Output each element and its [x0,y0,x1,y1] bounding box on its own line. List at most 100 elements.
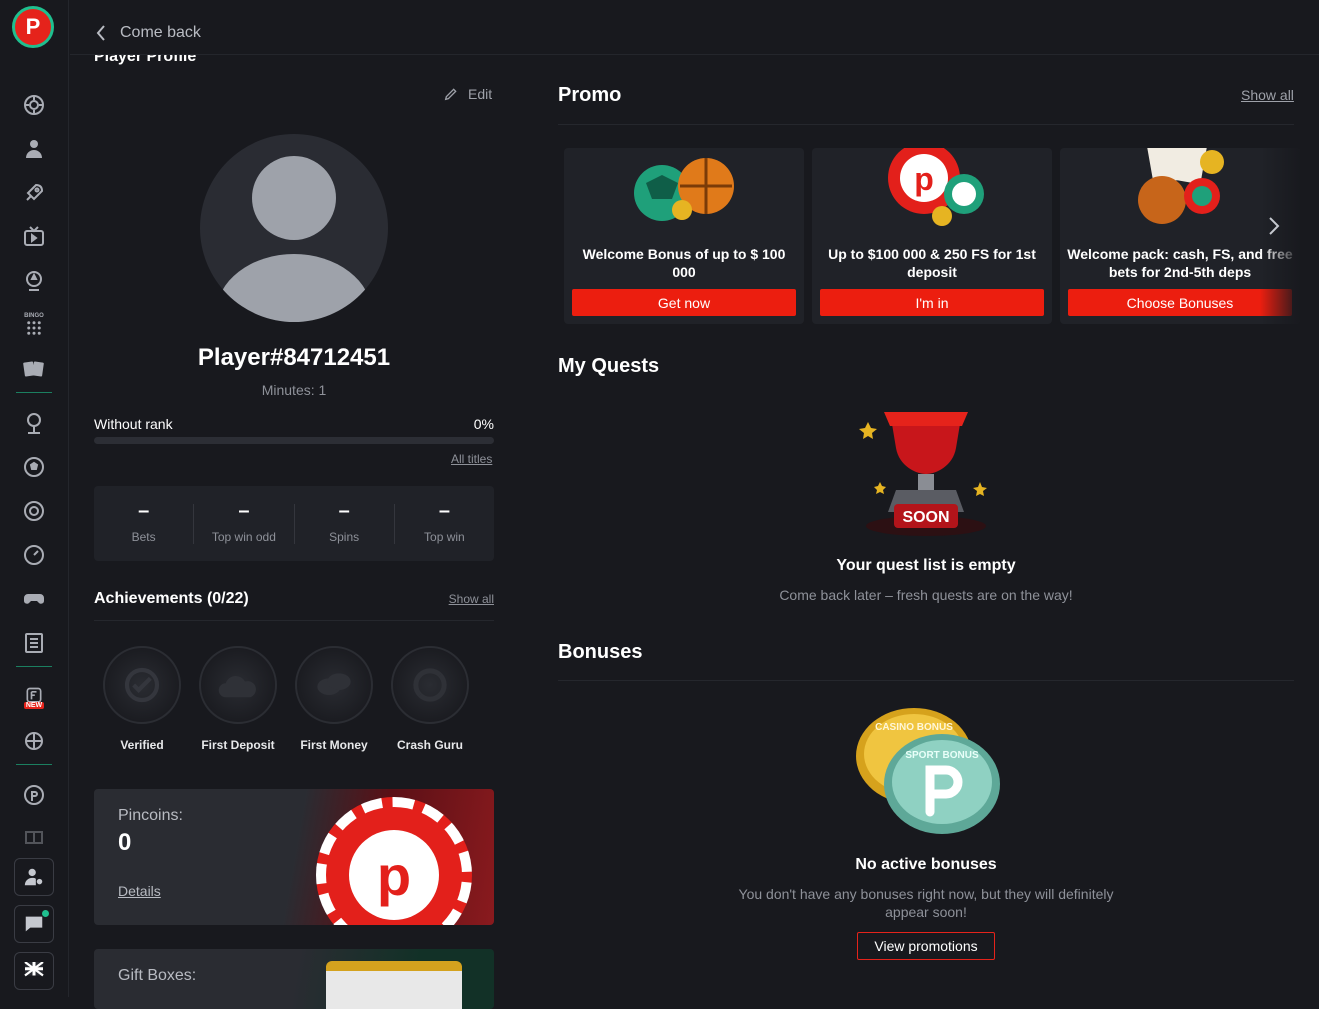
promo-show-all[interactable]: Show all [1241,87,1294,103]
news-icon[interactable] [21,630,47,656]
back-label: Come back [120,24,201,41]
avatar-body [216,254,372,322]
achievement-label: Crash Guru [396,738,463,752]
fantasy-new-icon[interactable]: NEW [21,684,47,710]
live-dealer-icon[interactable] [21,136,47,162]
rocket-icon[interactable] [21,180,47,206]
chat-icon[interactable] [14,905,54,943]
cards-icon[interactable] [21,356,47,382]
esports-icon[interactable] [21,410,47,436]
promo-button[interactable]: Choose Bonuses [1068,289,1292,316]
promo-button[interactable]: I'm in [820,289,1044,316]
checkmark-badge-icon [103,646,181,724]
edit-button[interactable]: Edit [443,86,492,102]
achievements-show-all[interactable]: Show all [449,592,494,606]
avatar-head [252,156,336,240]
divider [558,124,1294,125]
language-flag-icon[interactable] [14,952,54,990]
avatar [200,134,388,322]
pincoins-value: 0 [118,829,132,856]
achievement-first-money[interactable]: First Money [286,646,382,752]
svg-text:p: p [914,161,934,197]
rank-percent: 0% [473,416,494,432]
virtual-sport-icon[interactable] [21,728,47,754]
chevron-right-icon[interactable] [1268,216,1280,241]
back-button[interactable]: Come back [96,24,201,42]
bonuses-empty-title: No active bonuses [855,856,997,873]
achievement-first-deposit[interactable]: First Deposit [190,646,286,752]
gamepad-icon[interactable] [21,586,47,612]
achievement-label: First Money [300,738,368,752]
bonus-coins-icon: CASINO BONUS SPORT BONUS [856,708,1000,834]
cards-chips-icon [1138,148,1224,224]
promo-card[interactable]: Welcome Bonus of up to $ 100 000 Get now [564,148,804,324]
user-settings-icon[interactable] [14,858,54,896]
target-icon[interactable] [21,498,47,524]
stats-panel: – Bets – Top win odd – Spins – Top win [94,486,494,561]
promo-title: Promo [558,84,622,106]
stat-top-win: – Top win [395,499,494,544]
stat-value: – [138,499,150,522]
gift-box-icon [326,961,462,1009]
pin-up-icon[interactable] [21,782,47,808]
stat-label: Spins [329,529,360,544]
trophy-soon-icon: SOON [859,412,987,536]
achievement-verified[interactable]: Verified [94,646,190,752]
top-bar: Come back [70,0,1319,55]
stat-value: – [238,499,250,522]
promo-card[interactable]: p Up to $100 000 & 250 FS for 1st deposi… [812,148,1052,324]
tv-games-icon[interactable] [21,224,47,250]
casino-chip-icon[interactable] [21,92,47,118]
rocket-badge-icon [391,646,469,724]
pincoins-details-link[interactable]: Details [118,883,161,899]
bingo-icon[interactable]: BINGO [21,312,47,338]
quests-title: My Quests [558,355,660,377]
stat-label: Bets [131,529,156,544]
pincoins-label: Pincoins: [118,807,183,824]
gift-boxes-label: Gift Boxes: [118,967,197,984]
divider [558,680,1294,681]
chat-online-dot [42,910,49,917]
soon-badge: SOON [902,509,949,526]
all-titles-link[interactable]: All titles [451,452,492,466]
sport-bonus-text: SPORT BONUS [905,750,979,761]
pincoins-card: Pincoins: 0 Details p [94,789,494,925]
football-icon[interactable] [21,454,47,480]
carousel-fade [1260,148,1300,324]
promo-text: Up to $100 000 & 250 FS for 1st deposit [828,246,1036,280]
achievement-label: Verified [120,738,164,752]
stat-value: – [438,499,450,522]
minutes-played: Minutes: 1 [261,382,327,398]
view-promotions-button[interactable]: View promotions [857,932,995,960]
casino-bonus-text: CASINO BONUS [875,722,953,733]
achievement-crash-guru[interactable]: Crash Guru [382,646,478,752]
casino-chips-icon: p [888,148,984,226]
promo-card[interactable]: Welcome pack: cash, FS, and free bets fo… [1060,148,1300,324]
stat-value: – [338,499,350,522]
promo-button[interactable]: Get now [572,289,796,316]
achievement-label: First Deposit [201,738,275,752]
quests-empty-title: Your quest list is empty [836,557,1016,574]
achievements-list: Verified First Deposit First Money Crash… [94,646,494,752]
bonuses-empty-subtitle: You don't have any bonuses right now, bu… [738,886,1114,920]
new-badge: NEW [23,701,45,709]
pin-up-logo[interactable]: P [12,6,54,48]
pencil-icon [444,88,457,101]
stat-top-win-odd: – Top win odd [194,499,295,544]
sport-balls-icon [634,158,734,221]
pincoin-chip-icon: p [316,797,472,925]
sidebar-divider [16,764,52,765]
gift-icon[interactable] [21,822,47,848]
sidebar-divider [16,666,52,667]
sidebar-divider [16,392,52,393]
stat-bets: – Bets [94,499,195,544]
poker-icon[interactable] [21,268,47,294]
sidebar: P BINGO NEW [0,0,69,997]
rank-row: Without rank 0% [94,416,494,432]
stat-label: Top win odd [211,529,276,544]
cloud-badge-icon [199,646,277,724]
speed-icon[interactable] [21,542,47,568]
stat-spins: – Spins [295,499,395,544]
coins-badge-icon [295,646,373,724]
stat-label: Top win [424,529,465,544]
